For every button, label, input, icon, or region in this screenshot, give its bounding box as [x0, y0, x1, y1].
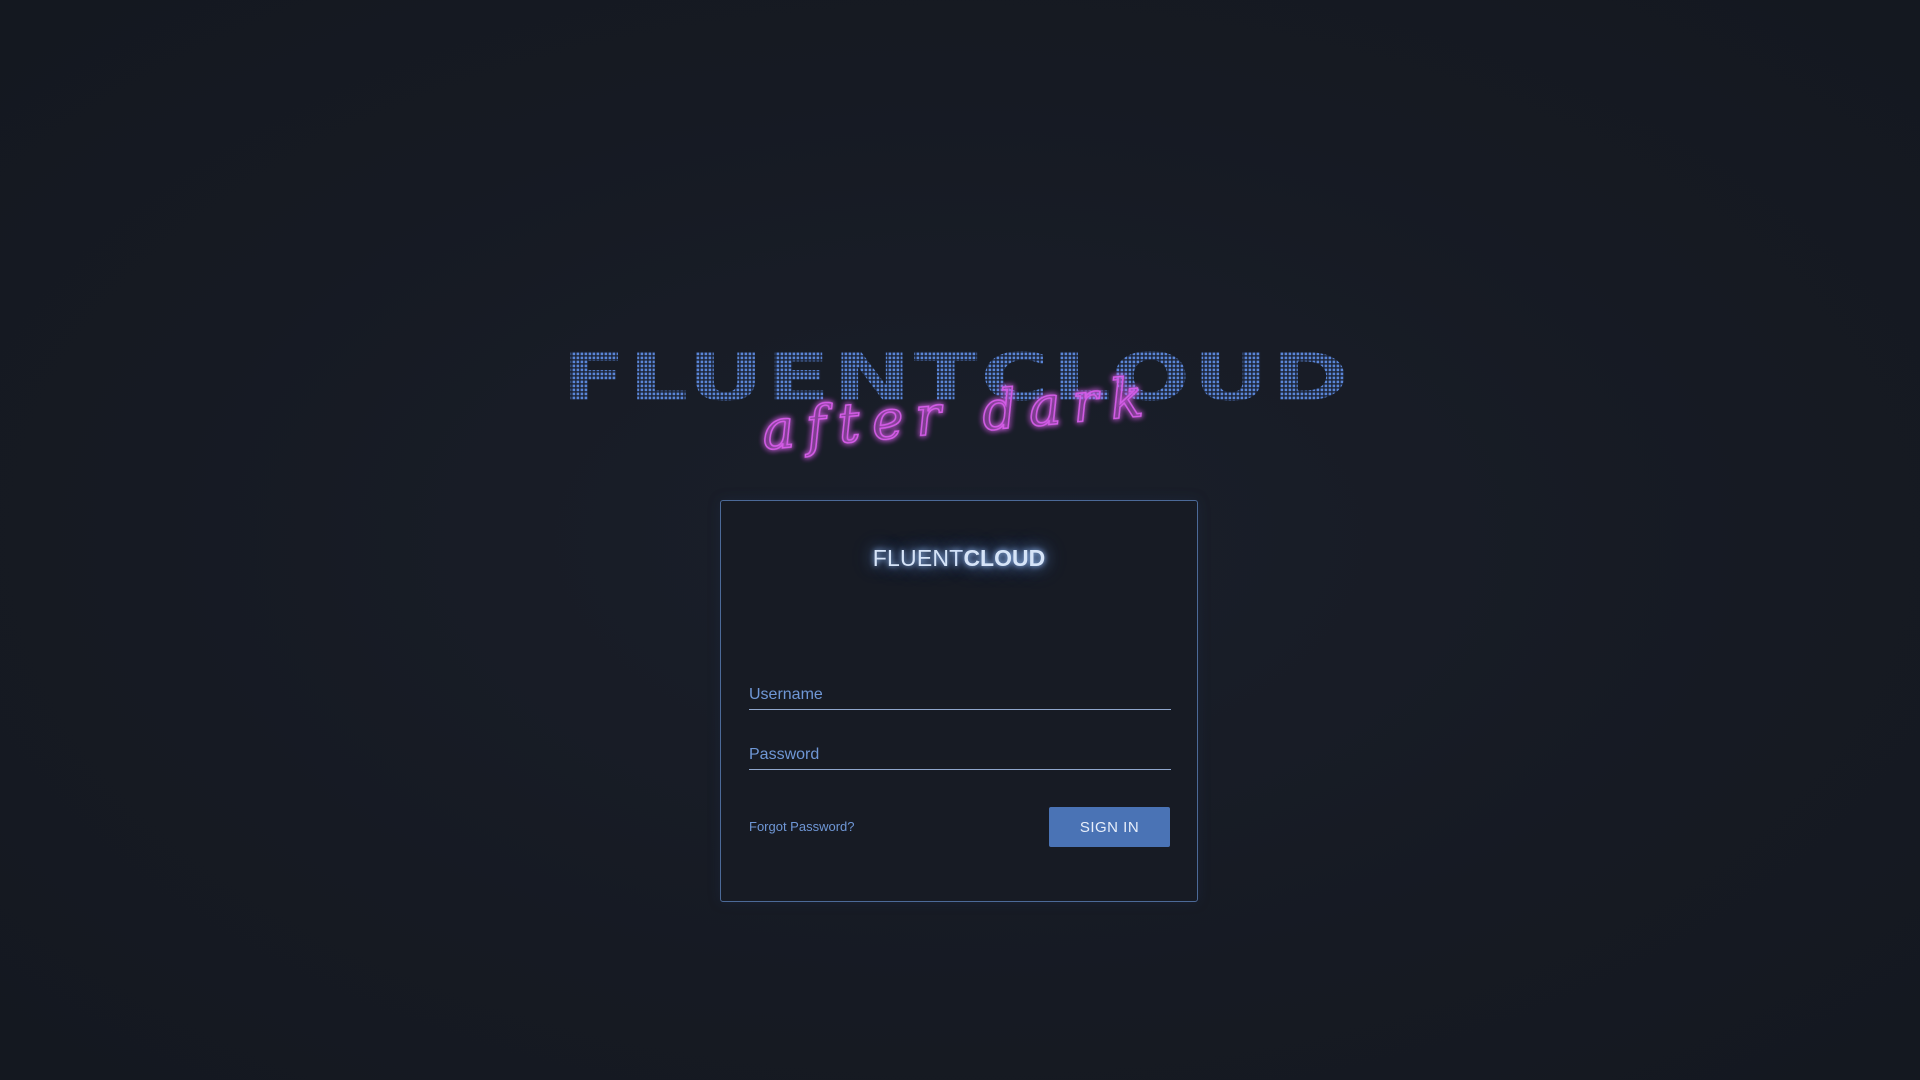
password-field-wrapper	[749, 735, 1171, 770]
hero-logo: FLUENTCLOUD after dark	[560, 339, 1355, 463]
username-input[interactable]	[749, 675, 1171, 709]
password-input[interactable]	[749, 735, 1171, 769]
username-field-wrapper	[749, 675, 1171, 710]
card-logo-light: FLUENT	[872, 545, 964, 571]
login-card: FLUENTCLOUD Forgot Password? SIGN IN	[720, 500, 1198, 902]
forgot-password-link[interactable]: Forgot Password?	[749, 819, 855, 834]
login-page: FLUENTCLOUD after dark FLUENTCLOUD Forgo…	[0, 0, 1920, 1080]
hero-logo-graphic: FLUENTCLOUD after dark	[562, 339, 1350, 463]
card-logo-bold: CLOUD	[963, 545, 1046, 571]
card-logo: FLUENTCLOUD	[721, 545, 1197, 572]
sign-in-button[interactable]: SIGN IN	[1049, 807, 1170, 847]
